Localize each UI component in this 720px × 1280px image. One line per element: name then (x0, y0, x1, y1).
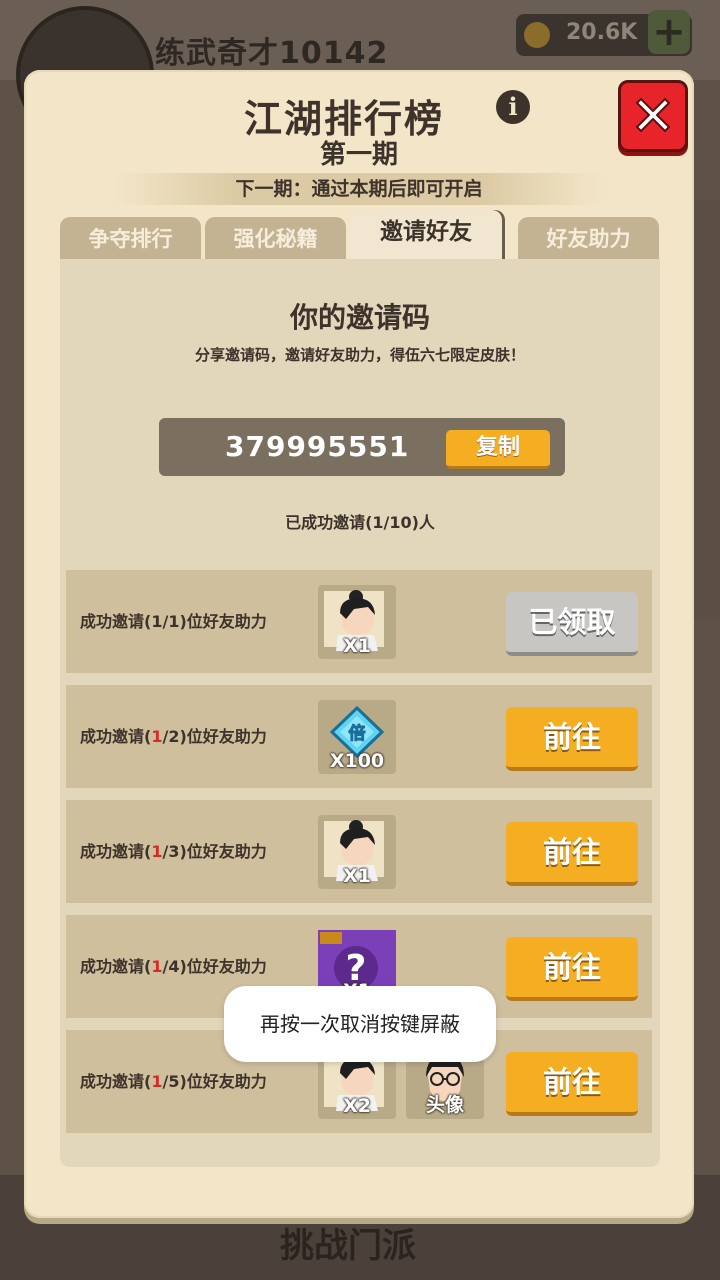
tab-invite-friends[interactable]: 邀请好友 (350, 210, 502, 259)
coin-icon (524, 22, 550, 48)
reward-quantity: 头像 (425, 1094, 464, 1116)
reward-condition: 成功邀请(1/2)位好友助力 (80, 727, 267, 746)
go-button[interactable]: 前往 (506, 707, 638, 771)
background-side-menu (690, 200, 720, 620)
close-icon (636, 98, 670, 132)
go-button[interactable]: 前往 (506, 822, 638, 886)
invite-code-value: 379995551 (225, 430, 410, 463)
reward-item-slot: X1 (318, 585, 396, 659)
reward-item-slot: X1 (318, 815, 396, 889)
reward-quantity: X1 (343, 635, 371, 657)
player-name: 练武奇才10142 (155, 36, 389, 71)
challenge-sect-label: 挑战门派 (280, 1226, 416, 1266)
tab-bar: 争夺排行 强化秘籍 邀请好友 好友助力 (60, 210, 660, 259)
tab-friend-assist[interactable]: 好友助力 (518, 217, 659, 259)
reward-item-slot: 倍 X100 (318, 700, 396, 774)
reward-row: 成功邀请(1/3)位好友助力 X1 前往 (66, 800, 652, 903)
reward-quantity: X1 (343, 865, 371, 887)
reward-quantity: X2 (343, 1095, 371, 1117)
reward-row: 成功邀请(1/1)位好友助力 X1 已领取 (66, 570, 652, 673)
go-button[interactable]: 前往 (506, 937, 638, 1001)
info-icon[interactable]: i (496, 90, 530, 124)
reward-quantity: X100 (329, 750, 385, 772)
svg-text:倍: 倍 (349, 723, 366, 744)
close-button[interactable] (618, 80, 688, 152)
copy-button[interactable]: 复制 (446, 430, 550, 469)
panel-subtitle: 第一期 (319, 140, 398, 170)
reward-row: 成功邀请(1/2)位好友助力 倍 X100 前往 (66, 685, 652, 788)
invite-code-title: 你的邀请码 (289, 301, 430, 334)
invite-code-box: 379995551 复制 (159, 418, 565, 476)
invite-count: 已成功邀请(1/10)人 (285, 513, 435, 532)
currency-amount: 20.6K (566, 20, 638, 45)
reward-condition: 成功邀请(1/3)位好友助力 (80, 842, 267, 861)
add-currency-button: + (648, 10, 690, 54)
tab-enhance-manual[interactable]: 强化秘籍 (205, 217, 346, 259)
claimed-button[interactable]: 已领取 (506, 592, 638, 656)
next-period-banner: 下一期：通过本期后即可开启 (114, 173, 604, 205)
tab-compete-ranking[interactable]: 争夺排行 (60, 217, 201, 259)
go-button[interactable]: 前往 (506, 1052, 638, 1116)
invite-description: 分享邀请码，邀请好友助力，得伍六七限定皮肤！ (194, 346, 525, 364)
reward-condition: 成功邀请(1/1)位好友助力 (80, 612, 267, 631)
toast-message: 再按一次取消按键屏蔽 (224, 986, 496, 1062)
